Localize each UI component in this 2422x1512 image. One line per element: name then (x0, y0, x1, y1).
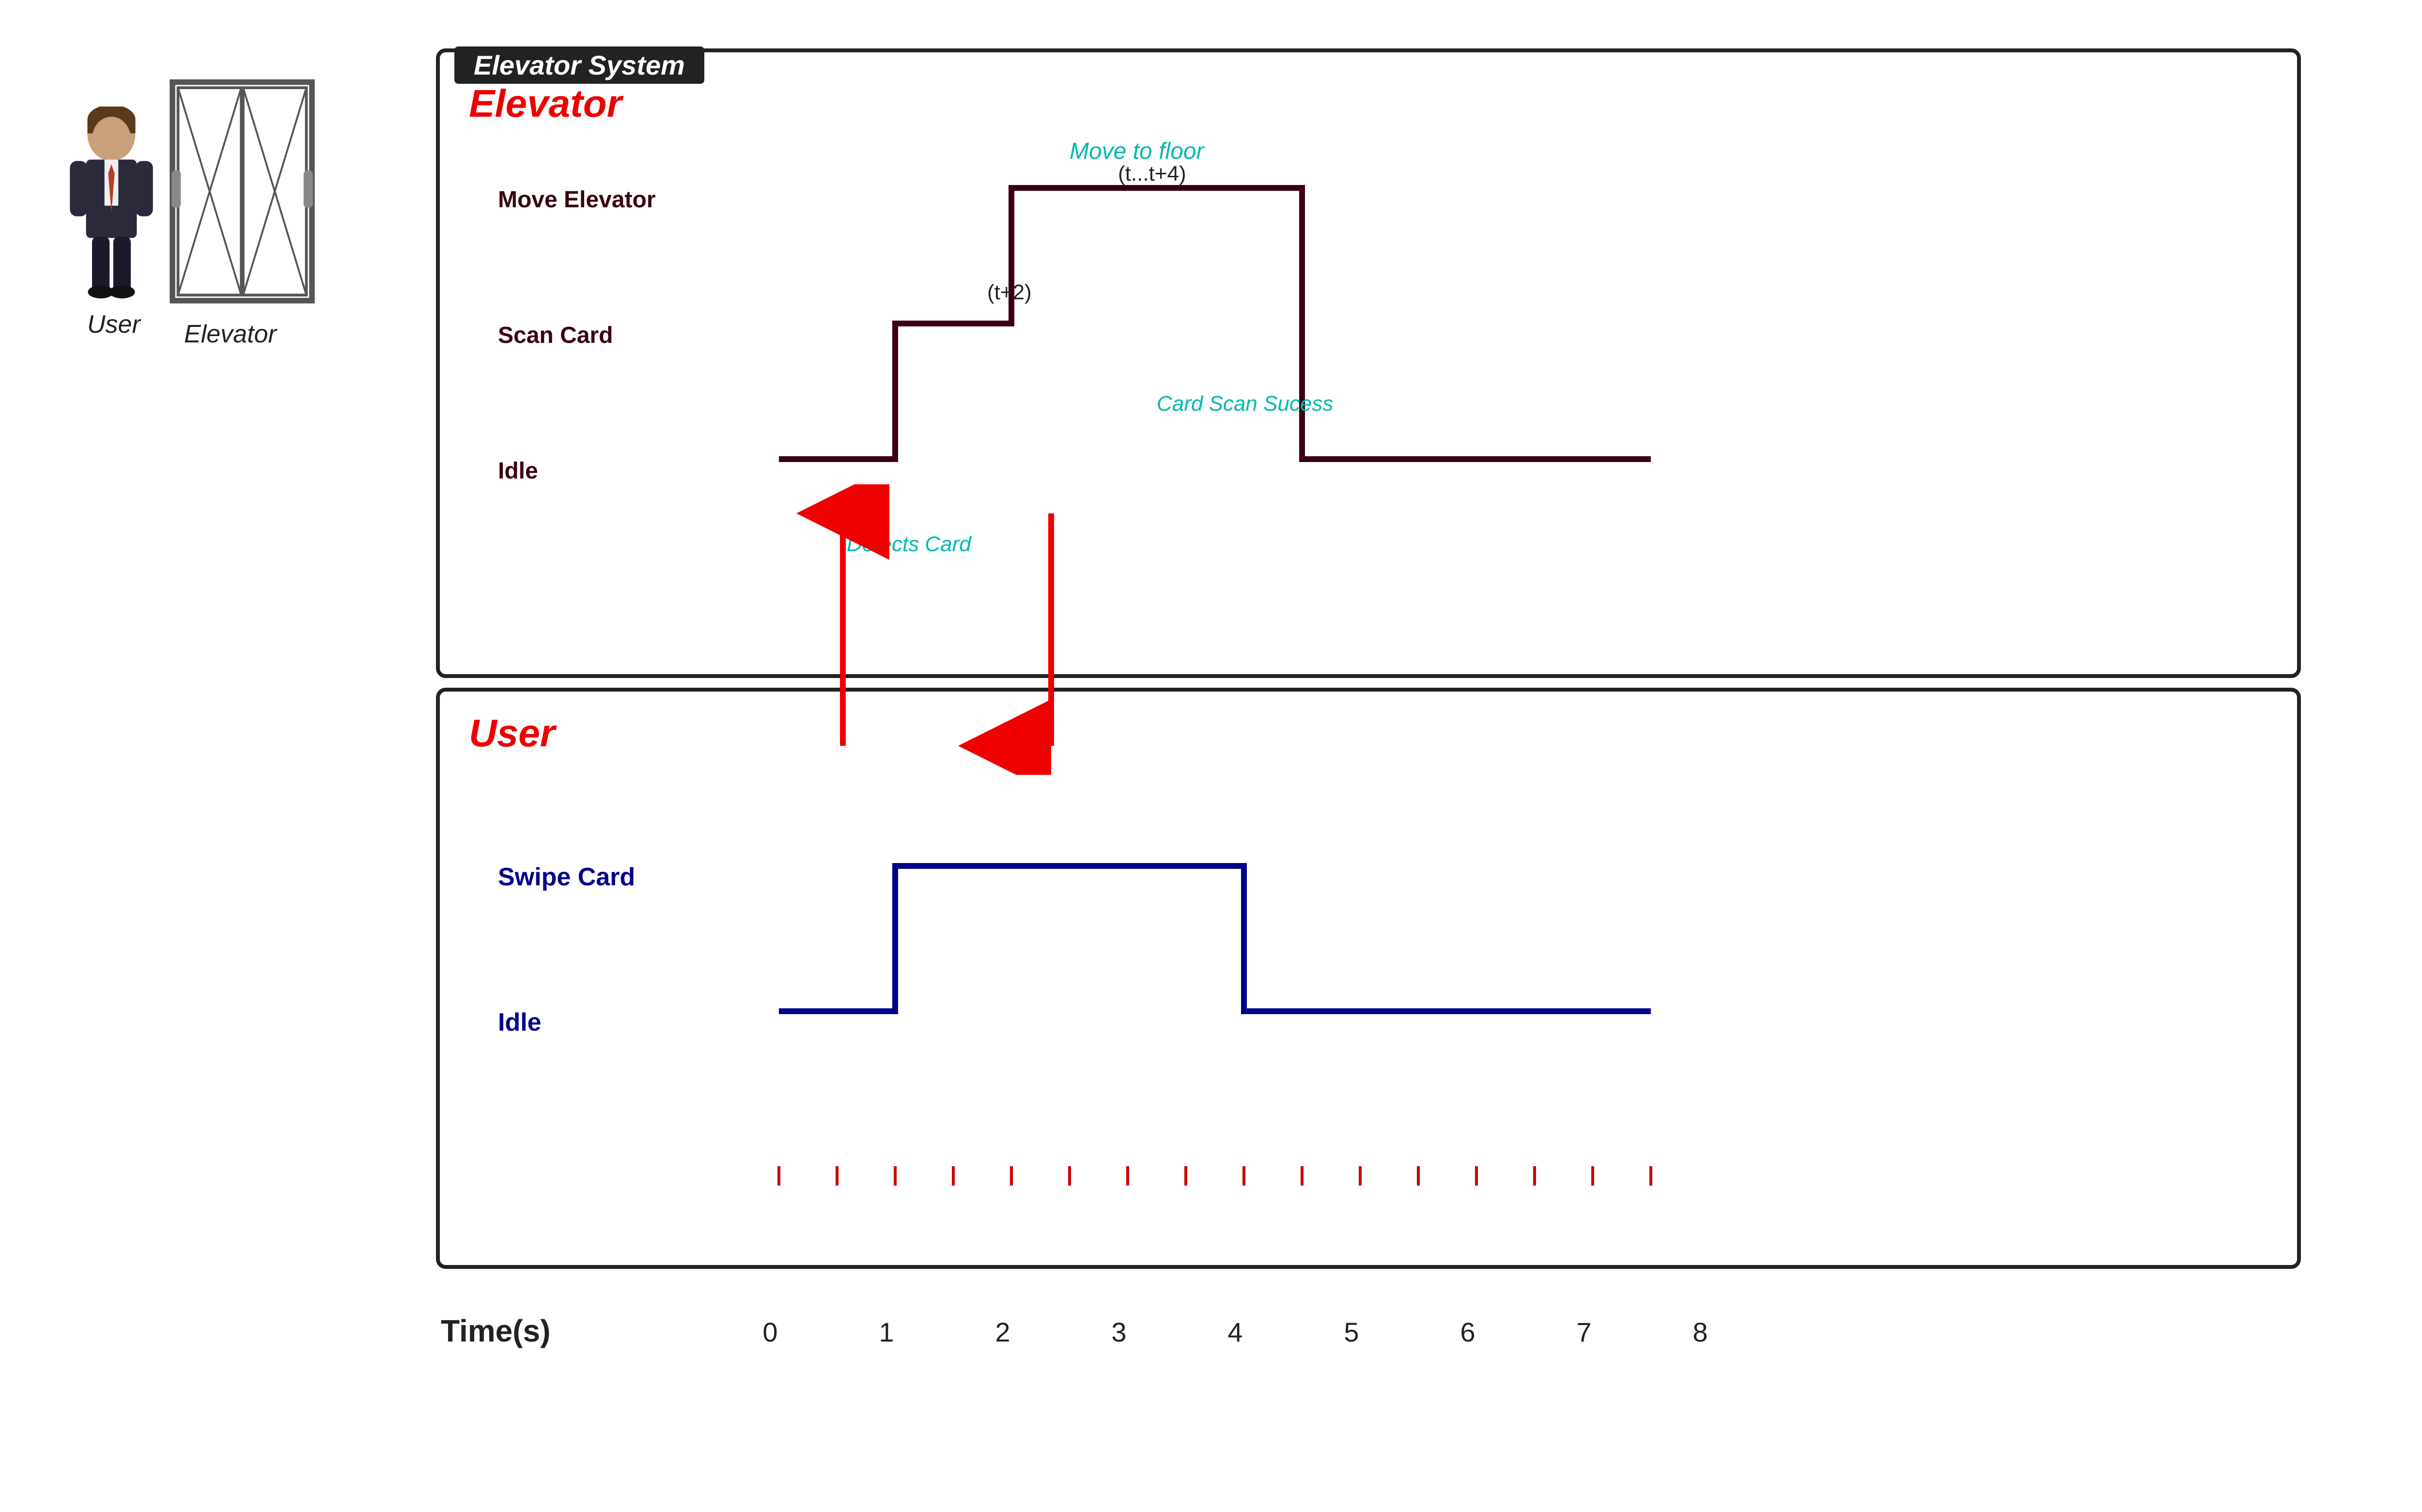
left-panel: User Elevator (39, 77, 378, 756)
user-system-box: User Swipe Card Idle (436, 688, 2301, 1269)
svg-text:7: 7 (1576, 1317, 1591, 1347)
svg-text:Swipe Card: Swipe Card (498, 863, 635, 891)
svg-text:3: 3 (1111, 1317, 1126, 1347)
time-axis-svg: Time(s) 0 1 2 3 4 5 6 7 8 (436, 1288, 2301, 1366)
svg-text:2: 2 (995, 1317, 1010, 1347)
arrows-svg (484, 484, 1356, 775)
svg-text:Move to floor: Move to floor (1070, 139, 1205, 164)
system-title: Elevator System (454, 46, 704, 84)
person-figure (58, 107, 165, 300)
svg-text:(t+2): (t+2) (987, 280, 1032, 304)
elevator-figure-label: Elevator (184, 320, 277, 349)
main-container: User Elevator Elevator System Elevator M… (0, 29, 2422, 1511)
svg-text:6: 6 (1460, 1317, 1475, 1347)
svg-text:Card Scan Sucess: Card Scan Sucess (1157, 392, 1333, 416)
svg-text:8: 8 (1692, 1317, 1708, 1347)
svg-text:Scan Card: Scan Card (498, 323, 613, 348)
user-timing-svg: Swipe Card Idle (488, 730, 2281, 1253)
time-axis-container: Time(s) 0 1 2 3 4 5 6 7 8 (436, 1288, 2301, 1368)
svg-text:5: 5 (1344, 1317, 1359, 1347)
svg-text:1: 1 (879, 1317, 894, 1347)
svg-text:Time(s): Time(s) (441, 1313, 550, 1348)
user-figure-label: User (87, 310, 140, 339)
svg-text:0: 0 (762, 1317, 777, 1347)
svg-text:Idle: Idle (498, 458, 538, 484)
right-panel: Elevator System Elevator Move Elevator S… (436, 48, 2349, 1453)
svg-text:(t...t+4): (t...t+4) (1118, 162, 1186, 185)
svg-text:Idle: Idle (498, 1008, 542, 1036)
svg-text:4: 4 (1227, 1317, 1242, 1347)
svg-text:Move Elevator: Move Elevator (498, 187, 655, 213)
elevator-door (165, 77, 320, 310)
